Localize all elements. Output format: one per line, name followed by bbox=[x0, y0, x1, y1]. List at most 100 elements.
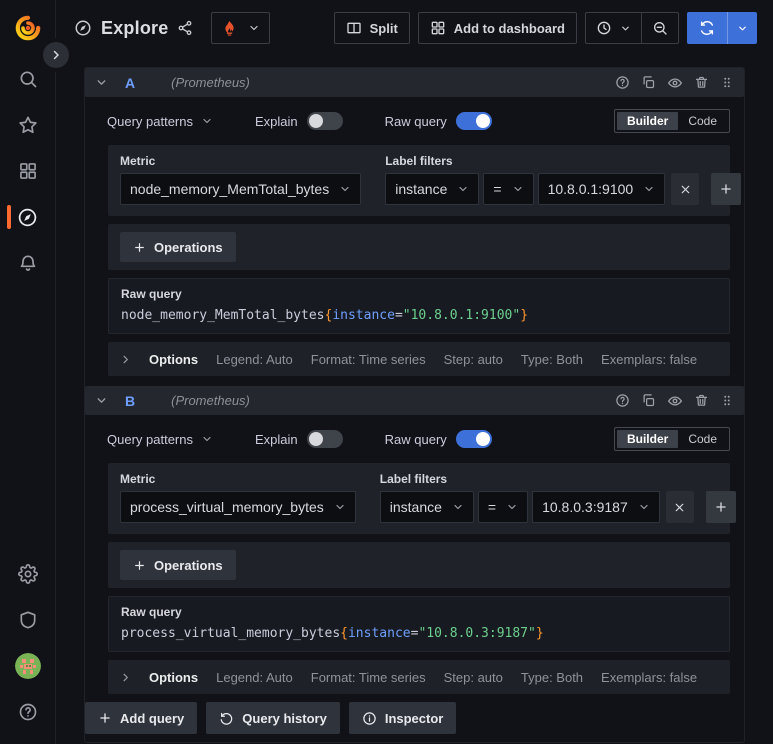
filter-label-select[interactable]: instance bbox=[385, 173, 480, 205]
filter-label-value: instance bbox=[389, 499, 442, 515]
query-editor-b: B (Prometheus) Query patterns Explain Ra… bbox=[85, 386, 744, 694]
inspector-button[interactable]: Inspector bbox=[348, 702, 457, 734]
raw-query-toggle[interactable] bbox=[455, 430, 492, 448]
clock-icon bbox=[597, 21, 611, 35]
chevron-right-icon bbox=[53, 50, 59, 60]
label-filters-label: Label filters bbox=[379, 472, 448, 486]
query-b-raw-preview: Raw query process_virtual_memory_bytes{i… bbox=[108, 596, 730, 652]
sidebar-item-configuration[interactable] bbox=[0, 551, 55, 597]
code-open-brace: { bbox=[340, 626, 348, 641]
filter-label-value: instance bbox=[395, 181, 448, 197]
raw-query-title: Raw query bbox=[121, 605, 182, 619]
info-circle-icon bbox=[363, 711, 376, 725]
hide-query-icon[interactable] bbox=[667, 75, 683, 91]
chevron-right-icon bbox=[123, 355, 128, 363]
drag-handle-icon[interactable] bbox=[720, 75, 734, 90]
share-icon[interactable] bbox=[177, 20, 193, 36]
expand-menu-button[interactable] bbox=[43, 42, 69, 68]
sidebar-item-dashboards[interactable] bbox=[0, 148, 55, 194]
explain-toggle[interactable] bbox=[306, 430, 343, 448]
run-query-button[interactable] bbox=[687, 12, 757, 44]
options-exemplars: Exemplars: false bbox=[601, 351, 698, 367]
filter-label-select[interactable]: instance bbox=[379, 491, 474, 523]
help-icon[interactable] bbox=[615, 393, 630, 408]
code-metric: node_memory_MemTotal_bytes bbox=[121, 308, 325, 323]
chevron-down-icon bbox=[250, 25, 259, 31]
explore-query-container: A (Prometheus) Query patterns Explain Ra… bbox=[84, 67, 745, 743]
duplicate-query-icon[interactable] bbox=[641, 75, 656, 90]
help-icon bbox=[19, 703, 36, 721]
chevron-down-icon bbox=[640, 504, 648, 510]
chevron-down-icon bbox=[203, 118, 211, 124]
query-patterns-dropdown[interactable]: Query patterns bbox=[107, 432, 213, 447]
chevron-down-icon bbox=[203, 436, 211, 442]
add-to-dashboard-button[interactable]: Add to dashboard bbox=[417, 12, 577, 44]
split-button[interactable]: Split bbox=[333, 12, 410, 44]
star-icon bbox=[18, 116, 37, 134]
code-label: instance bbox=[347, 626, 411, 641]
drag-handle-icon[interactable] bbox=[720, 393, 734, 408]
search-minus-icon bbox=[654, 22, 667, 35]
dashboards-icon bbox=[19, 163, 36, 179]
hide-query-icon[interactable] bbox=[667, 393, 683, 409]
options-exemplars: Exemplars: false bbox=[601, 669, 698, 685]
sidebar-item-starred[interactable] bbox=[0, 102, 55, 148]
filter-value-select[interactable]: 10.8.0.3:9187 bbox=[532, 491, 660, 523]
explain-label: Explain bbox=[255, 431, 298, 447]
help-icon[interactable] bbox=[615, 75, 630, 90]
builder-mode-button[interactable]: Builder bbox=[616, 112, 679, 130]
sidebar-item-explore[interactable] bbox=[0, 194, 55, 240]
zoom-out-button[interactable] bbox=[641, 13, 678, 43]
query-b-options-row[interactable]: Options Legend: Auto Format: Time series… bbox=[108, 660, 730, 694]
remove-filter-button[interactable] bbox=[671, 173, 700, 205]
query-a-options-row[interactable]: Options Legend: Auto Format: Time series… bbox=[108, 342, 730, 376]
metric-select[interactable]: node_memory_MemTotal_bytes bbox=[120, 173, 362, 205]
sidebar-item-admin[interactable] bbox=[0, 597, 55, 643]
metric-select[interactable]: process_virtual_memory_bytes bbox=[120, 491, 356, 523]
sidebar-item-help[interactable] bbox=[0, 689, 55, 735]
explain-toggle[interactable] bbox=[306, 112, 343, 130]
raw-query-label: Raw query bbox=[384, 431, 447, 447]
query-b-header[interactable]: B (Prometheus) bbox=[85, 386, 744, 415]
chevron-down-icon bbox=[454, 504, 462, 510]
remove-filter-button[interactable] bbox=[665, 491, 694, 523]
filter-operator-select[interactable]: = bbox=[483, 173, 534, 205]
query-history-button[interactable]: Query history bbox=[206, 702, 340, 734]
add-operation-button[interactable]: Operations bbox=[120, 232, 236, 262]
code-mode-button[interactable]: Code bbox=[678, 112, 727, 130]
chevron-right-icon bbox=[123, 673, 128, 681]
sidebar-item-alerting[interactable] bbox=[0, 240, 55, 286]
add-filter-button[interactable] bbox=[705, 491, 736, 523]
explain-label: Explain bbox=[255, 113, 298, 129]
query-a-header[interactable]: A (Prometheus) bbox=[85, 68, 744, 97]
options-title: Options bbox=[149, 669, 199, 685]
time-range-picker[interactable] bbox=[586, 13, 641, 43]
code-mode-button[interactable]: Code bbox=[678, 430, 727, 448]
editor-mode-switch: Builder Code bbox=[613, 427, 730, 451]
filter-operator-select[interactable]: = bbox=[477, 491, 529, 523]
query-patterns-dropdown[interactable]: Query patterns bbox=[107, 114, 213, 129]
query-patterns-label: Query patterns bbox=[107, 431, 193, 447]
builder-mode-button[interactable]: Builder bbox=[616, 430, 679, 448]
refresh-interval-caret[interactable] bbox=[727, 12, 757, 44]
raw-query-toggle[interactable] bbox=[455, 112, 492, 130]
refresh-icon bbox=[687, 12, 727, 44]
add-query-button[interactable]: Add query bbox=[85, 702, 198, 734]
datasource-picker[interactable] bbox=[211, 12, 271, 44]
add-filter-button[interactable] bbox=[711, 173, 742, 205]
add-operation-button[interactable]: Operations bbox=[120, 550, 236, 580]
inspector-label: Inspector bbox=[384, 710, 444, 726]
filter-value: 10.8.0.1:9100 bbox=[547, 181, 634, 197]
code-metric: process_virtual_memory_bytes bbox=[121, 626, 341, 641]
sidebar-item-profile[interactable] bbox=[0, 643, 55, 689]
remove-query-icon[interactable] bbox=[694, 393, 709, 408]
filter-value-select[interactable]: 10.8.0.1:9100 bbox=[537, 173, 666, 205]
duplicate-query-icon[interactable] bbox=[641, 393, 656, 408]
query-a-raw-preview: Raw query node_memory_MemTotal_bytes{ins… bbox=[108, 278, 730, 334]
chevron-down-icon[interactable] bbox=[95, 394, 108, 407]
bell-icon bbox=[20, 255, 35, 271]
remove-query-icon[interactable] bbox=[694, 75, 709, 90]
options-format: Format: Time series bbox=[310, 669, 426, 685]
code-close-brace: } bbox=[535, 626, 544, 641]
chevron-down-icon[interactable] bbox=[95, 76, 108, 89]
